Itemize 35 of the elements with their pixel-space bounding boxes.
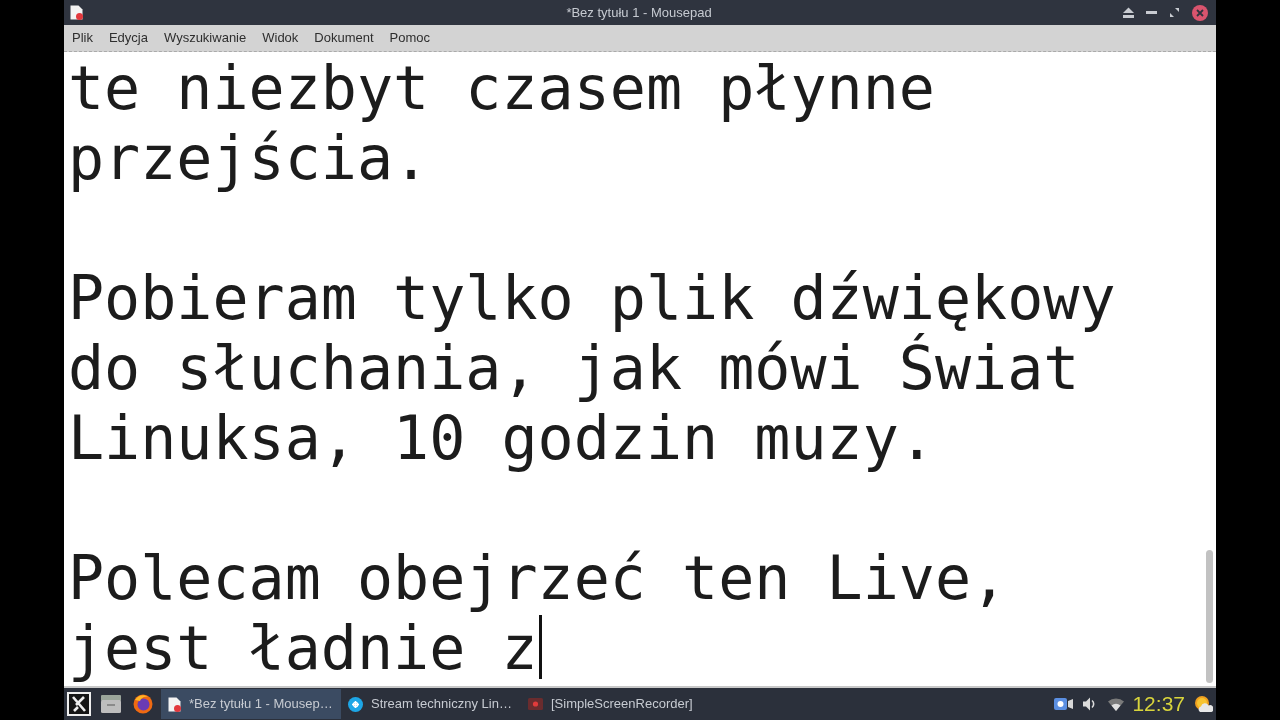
menu-item[interactable]: Wyszukiwanie — [156, 25, 255, 51]
text-line: Pobieram tylko plik dźwiękowy — [68, 263, 1116, 333]
menu-item[interactable]: Plik — [64, 25, 101, 51]
circle-logo-icon — [348, 696, 363, 712]
clock[interactable]: 12:37 — [1132, 692, 1185, 716]
menu-item[interactable]: Pomoc — [381, 25, 439, 51]
record-icon — [528, 698, 543, 710]
camera-icon[interactable] — [1054, 697, 1074, 711]
globe-icon[interactable] — [133, 694, 153, 714]
taskbar-button[interactable]: [SimpleScreenRecorder] — [521, 689, 701, 719]
text-line: Polecam obejrzeć ten Live, — [68, 543, 1008, 613]
document-icon — [70, 5, 83, 20]
text-editor[interactable]: te niezbyt czasem płynne przejścia. Pobieram tylko plik dźwiękowy do słuchania, jak mówi Świat Linuksa, 10 godzin muzy. Polecam obejrzeć ten Live, jest ładnie z — [64, 52, 1216, 686]
speaker-icon[interactable] — [1083, 697, 1097, 711]
window-title: *Bez tytułu 1 - Mousepad — [566, 3, 712, 22]
menu-item[interactable]: Widok — [254, 25, 307, 51]
maximize-icon[interactable] — [1169, 7, 1180, 18]
text-line: te niezbyt czasem płynne — [68, 53, 935, 123]
close-icon[interactable] — [1192, 4, 1208, 21]
text-line: jest ładnie z — [68, 613, 538, 683]
wifi-icon[interactable] — [1108, 697, 1125, 711]
scrollbar-thumb[interactable] — [1206, 550, 1213, 683]
menu-item[interactable]: Edycja — [100, 25, 156, 51]
document-icon — [168, 696, 181, 712]
text-line: Linuksa, 10 godzin muzy. — [68, 403, 935, 473]
drawer-icon[interactable] — [100, 694, 122, 714]
text-cursor — [538, 615, 542, 679]
shade-icon[interactable] — [1123, 7, 1134, 18]
taskbar-button[interactable]: Stream techniczny Lin… — [341, 689, 521, 719]
menu-item[interactable]: Dokument — [306, 25, 382, 51]
x-logo-icon[interactable] — [67, 692, 91, 716]
text-line: przejścia. — [68, 123, 430, 193]
weather-icon[interactable] — [1193, 695, 1213, 713]
taskbar-button[interactable]: *Bez tytułu 1 - Mousep… — [161, 689, 341, 719]
text-line: do słuchania, jak mówi Świat — [68, 333, 1080, 403]
